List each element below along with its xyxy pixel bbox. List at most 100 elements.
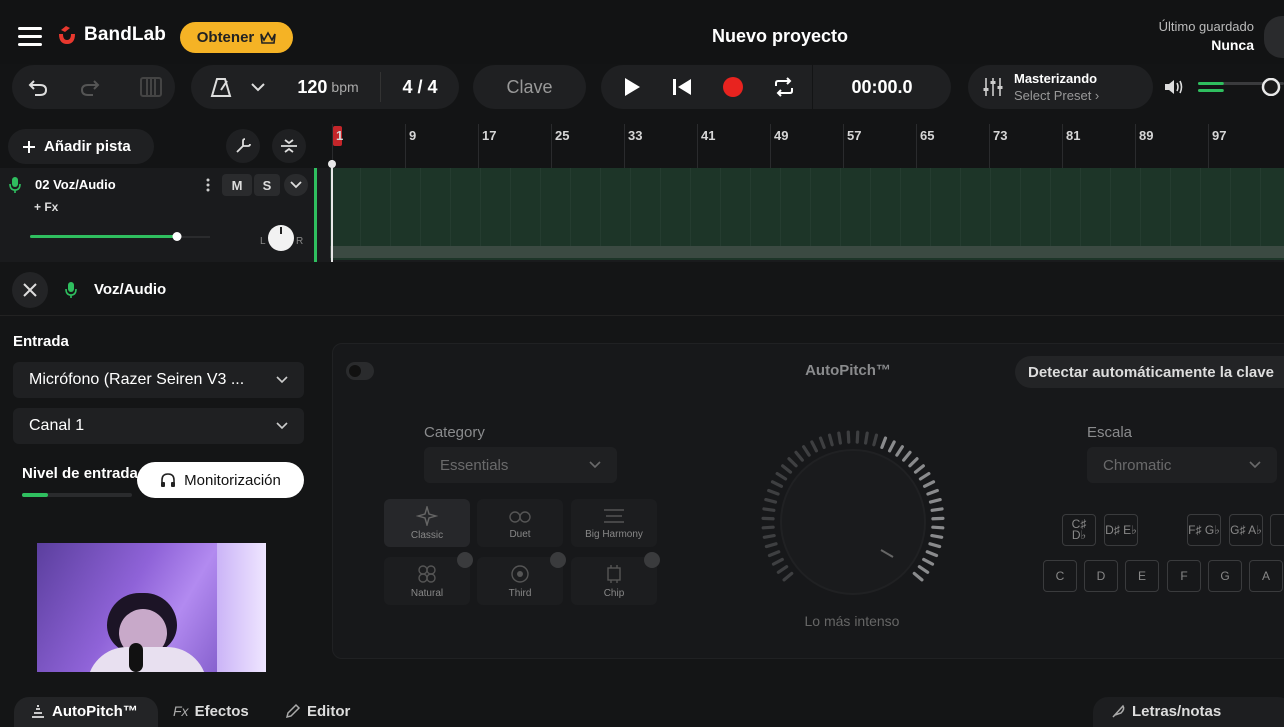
knob-tick (839, 433, 841, 443)
tab-lyrics[interactable]: Letras/notas (1110, 696, 1221, 726)
tab-editor[interactable]: Editor (285, 696, 350, 726)
timeline-ruler[interactable]: 191725334149576573818997 (330, 124, 1284, 168)
channel-value: Canal 1 (29, 417, 84, 435)
autopitch-toggle[interactable] (346, 362, 374, 380)
audio-region-bottom (330, 246, 1284, 258)
knob-tick (927, 552, 936, 556)
metronome-options-chevron[interactable] (246, 76, 270, 98)
key-c-sharp[interactable]: C♯ D♭ (1062, 514, 1096, 546)
track-volume-slider[interactable] (30, 230, 210, 244)
category-select[interactable]: Essentials (424, 447, 617, 483)
channel-select[interactable]: Canal 1 (13, 408, 304, 444)
detect-key-button[interactable]: Detectar automáticamente la clave (1015, 356, 1284, 388)
preset-label: Chip (604, 588, 625, 599)
key-c[interactable]: C (1043, 560, 1077, 592)
knob-tick (925, 482, 934, 486)
divider (380, 72, 381, 102)
preset-duet[interactable]: Duet (477, 499, 563, 547)
preset-natural[interactable]: Natural (384, 557, 470, 605)
key-e[interactable]: E (1125, 560, 1159, 592)
volume-thumb[interactable] (173, 232, 182, 241)
beat-gridline (480, 168, 481, 246)
piano-icon (140, 77, 162, 97)
scale-select[interactable]: Chromatic (1087, 447, 1277, 483)
key-d[interactable]: D (1084, 560, 1118, 592)
track-fx-button[interactable]: + Fx (34, 200, 58, 214)
knob-tick (764, 536, 774, 538)
loop-button[interactable] (764, 70, 804, 104)
key-a[interactable]: A (1249, 560, 1283, 592)
headphones-icon (160, 472, 176, 488)
ruler-tick (843, 124, 844, 168)
beat-gridline (420, 168, 421, 246)
skip-to-start-button[interactable] (662, 70, 702, 104)
input-device-select[interactable]: Micrófono (Razer Seiren V3 ... (13, 362, 304, 398)
master-volume-slider[interactable] (1198, 78, 1284, 96)
knob-dial[interactable] (781, 450, 925, 594)
knob-tick (764, 509, 774, 510)
key-g-sharp[interactable]: G♯ A♭ (1229, 514, 1263, 546)
key-f-sharp[interactable]: F♯ G♭ (1187, 514, 1221, 546)
volume-thumb[interactable] (1263, 79, 1279, 95)
metronome-button[interactable] (206, 72, 236, 102)
preset-chip[interactable]: Chip (571, 557, 657, 605)
pan-knob[interactable] (266, 223, 296, 253)
speaker-icon[interactable] (1162, 76, 1186, 98)
key-d-sharp[interactable]: D♯ E♭ (1104, 514, 1138, 546)
piano-keys-button[interactable] (128, 66, 174, 108)
beat-gridline (930, 168, 931, 246)
project-title[interactable]: Nuevo proyecto (640, 26, 920, 47)
play-button[interactable] (612, 70, 652, 104)
divider (812, 65, 813, 109)
tempo-field[interactable]: 120bpm (282, 72, 374, 102)
preset-big-harmony[interactable]: Big Harmony (571, 499, 657, 547)
monitoring-button[interactable]: Monitorización (137, 462, 304, 498)
knob-tick (763, 527, 773, 528)
pan-right-label: R (296, 236, 303, 247)
upgrade-button[interactable]: Obtener (180, 22, 293, 53)
knob-tick (933, 527, 943, 528)
time-signature-field[interactable]: 4 / 4 (388, 72, 452, 102)
tuner-button[interactable] (226, 129, 260, 163)
playhead[interactable] (331, 160, 333, 262)
panel-header (0, 262, 1284, 316)
ruler-tick (989, 124, 990, 168)
category-value: Essentials (440, 457, 508, 474)
sparkle-icon (416, 506, 438, 526)
solo-button[interactable]: S (254, 174, 280, 196)
input-level-fill (22, 493, 48, 497)
detect-key-label: Detectar automáticamente la clave (1028, 364, 1274, 381)
tab-editor-label: Editor (307, 703, 350, 720)
mastering-title: Masterizando (1014, 70, 1099, 87)
undo-button[interactable] (22, 72, 54, 102)
track-expand-button[interactable] (284, 174, 308, 196)
preset-third[interactable]: Third (477, 557, 563, 605)
close-panel-button[interactable] (12, 272, 48, 308)
intensity-knob[interactable] (758, 430, 958, 610)
collapse-tracks-button[interactable] (272, 129, 306, 163)
mastering-preset[interactable]: Select Preset › (1014, 87, 1099, 104)
window-light (217, 543, 266, 672)
redo-button[interactable] (74, 72, 106, 102)
track-name[interactable]: 02 Voz/Audio (35, 177, 116, 192)
cloud-save-button[interactable] (1264, 16, 1284, 58)
playhead-knob[interactable] (328, 160, 336, 168)
key-f[interactable]: F (1167, 560, 1201, 592)
add-track-button[interactable]: Añadir pista (8, 129, 154, 164)
bandlab-logo[interactable]: BandLab (56, 24, 166, 46)
menu-icon[interactable] (18, 26, 42, 46)
key-a-sharp[interactable] (1270, 514, 1284, 546)
chevron-down-icon (276, 422, 288, 430)
record-button[interactable] (713, 70, 753, 104)
duet-icon (508, 507, 532, 525)
tab-autopitch[interactable]: AutoPitch™ (30, 696, 138, 726)
preset-classic[interactable]: Classic (384, 499, 470, 547)
track-more-icon[interactable] (202, 176, 214, 194)
knob-tick (882, 438, 886, 447)
tab-effects[interactable]: Fx Efectos (173, 696, 249, 726)
ruler-bar-label: 17 (482, 128, 496, 143)
key-button[interactable]: Clave (473, 65, 586, 109)
mute-button[interactable]: M (222, 174, 252, 196)
key-g[interactable]: G (1208, 560, 1242, 592)
preset-label: Big Harmony (585, 529, 643, 540)
